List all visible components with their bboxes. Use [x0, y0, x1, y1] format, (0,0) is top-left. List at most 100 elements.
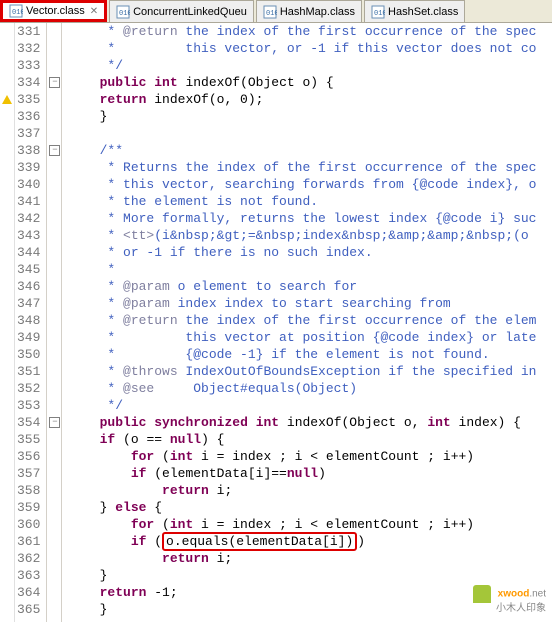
code-line[interactable]: * this vector, or -1 if this vector does…: [68, 40, 536, 57]
code-line[interactable]: *: [68, 261, 536, 278]
code-line[interactable]: public synchronized int indexOf(Object o…: [68, 414, 536, 431]
line-number-gutter: 3313323333343353363373383393403413423433…: [15, 23, 47, 622]
line-number: 359: [17, 499, 40, 516]
marker-cell: [0, 605, 14, 622]
code-line[interactable]: * More formally, returns the lowest inde…: [68, 210, 536, 227]
code-line[interactable]: * this vector at position {@code index} …: [68, 329, 536, 346]
code-line[interactable]: return indexOf(o, 0);: [68, 91, 536, 108]
code-line[interactable]: for (int i = index ; i < elementCount ; …: [68, 516, 536, 533]
tab-vector-class[interactable]: 010Vector.class✕: [0, 0, 107, 22]
code-area[interactable]: * @return the index of the first occurre…: [62, 23, 536, 622]
code-line[interactable]: * or -1 if there is no such index.: [68, 244, 536, 261]
line-number: 331: [17, 23, 40, 40]
line-number: 344: [17, 244, 40, 261]
line-number: 355: [17, 431, 40, 448]
code-line[interactable]: return -1;: [68, 584, 536, 601]
code-line[interactable]: * @return the index of the first occurre…: [68, 23, 536, 40]
marker-cell: [0, 40, 14, 57]
highlighted-expression: o.equals(elementData[i]): [162, 532, 357, 551]
marker-cell: [0, 503, 14, 520]
svg-text:010: 010: [266, 10, 277, 18]
fold-toggle[interactable]: −: [49, 77, 60, 88]
tab-label: HashSet.class: [388, 6, 458, 18]
code-line[interactable]: }: [68, 567, 536, 584]
marker-cell: [0, 350, 14, 367]
code-editor[interactable]: 3313323333343353363373383393403413423433…: [0, 23, 552, 622]
marker-cell: [0, 367, 14, 384]
tab-concurrentlinkedqueu[interactable]: 010ConcurrentLinkedQueu: [109, 0, 254, 22]
marker-cell: [0, 146, 14, 163]
tab-label: HashMap.class: [280, 6, 355, 18]
line-number: 336: [17, 108, 40, 125]
marker-cell: [0, 418, 14, 435]
code-line[interactable]: * @see Object#equals(Object): [68, 380, 536, 397]
marker-cell: [0, 571, 14, 588]
code-line[interactable]: }: [68, 601, 536, 618]
code-line[interactable]: public int indexOf(Object o) {: [68, 74, 536, 91]
code-line[interactable]: if (o.equals(elementData[i])): [68, 533, 536, 550]
watermark-sub: 小木人印象: [496, 603, 546, 614]
line-number: 347: [17, 295, 40, 312]
watermark: xwood.net 小木人印象: [473, 585, 546, 615]
code-line[interactable]: return i;: [68, 482, 536, 499]
marker-cell: [0, 435, 14, 452]
code-line[interactable]: [68, 125, 536, 142]
line-number: 338: [17, 142, 40, 159]
class-file-icon: 010: [263, 5, 277, 19]
marker-cell: [0, 299, 14, 316]
line-number: 361: [17, 533, 40, 550]
code-line[interactable]: if (o == null) {: [68, 431, 536, 448]
code-line[interactable]: * <tt>(i&nbsp;&gt;=&nbsp;index&nbsp;&amp…: [68, 227, 536, 244]
code-line[interactable]: }: [68, 108, 536, 125]
code-line[interactable]: */: [68, 57, 536, 74]
code-line[interactable]: * Returns the index of the first occurre…: [68, 159, 536, 176]
code-line[interactable]: * the element is not found.: [68, 193, 536, 210]
code-line[interactable]: for (int i = index ; i < elementCount ; …: [68, 448, 536, 465]
line-number: 358: [17, 482, 40, 499]
code-line[interactable]: * @param index index to start searching …: [68, 295, 536, 312]
fold-column[interactable]: − − −: [47, 23, 62, 622]
code-line[interactable]: */: [68, 397, 536, 414]
code-line[interactable]: if (elementData[i]==null): [68, 465, 536, 482]
line-number: 345: [17, 261, 40, 278]
line-number: 349: [17, 329, 40, 346]
marker-cell: [0, 214, 14, 231]
fold-toggle[interactable]: −: [49, 417, 60, 428]
code-line[interactable]: /**: [68, 142, 536, 159]
line-number: 337: [17, 125, 40, 142]
line-number: 360: [17, 516, 40, 533]
marker-column: [0, 23, 15, 622]
line-number: 356: [17, 448, 40, 465]
svg-text:010: 010: [12, 9, 23, 17]
tab-hashset-class[interactable]: 010HashSet.class: [364, 0, 465, 22]
tab-bar: 010Vector.class✕010ConcurrentLinkedQueu0…: [0, 0, 552, 23]
line-number: 335: [17, 91, 40, 108]
line-number: 341: [17, 193, 40, 210]
watermark-tld: .net: [529, 589, 546, 600]
marker-cell: [0, 197, 14, 214]
marker-cell: [0, 231, 14, 248]
marker-cell: [0, 486, 14, 503]
marker-cell: [0, 78, 14, 95]
code-line[interactable]: * @return the index of the first occurre…: [68, 312, 536, 329]
marker-cell: [0, 129, 14, 146]
close-icon[interactable]: ✕: [90, 6, 98, 17]
marker-cell: [0, 112, 14, 129]
code-line[interactable]: } else {: [68, 499, 536, 516]
line-number: 365: [17, 601, 40, 618]
line-number: 363: [17, 567, 40, 584]
tab-hashmap-class[interactable]: 010HashMap.class: [256, 0, 362, 22]
code-line[interactable]: * {@code -1} if the element is not found…: [68, 346, 536, 363]
line-number: 342: [17, 210, 40, 227]
code-line[interactable]: * @throws IndexOutOfBoundsException if t…: [68, 363, 536, 380]
code-line[interactable]: * @param o element to search for: [68, 278, 536, 295]
marker-cell: [0, 554, 14, 571]
marker-cell: [0, 265, 14, 282]
marker-cell: [0, 282, 14, 299]
code-line[interactable]: * this vector, searching forwards from {…: [68, 176, 536, 193]
fold-toggle[interactable]: −: [49, 145, 60, 156]
line-number: 354: [17, 414, 40, 431]
marker-cell: [0, 401, 14, 418]
code-line[interactable]: return i;: [68, 550, 536, 567]
line-number: 332: [17, 40, 40, 57]
